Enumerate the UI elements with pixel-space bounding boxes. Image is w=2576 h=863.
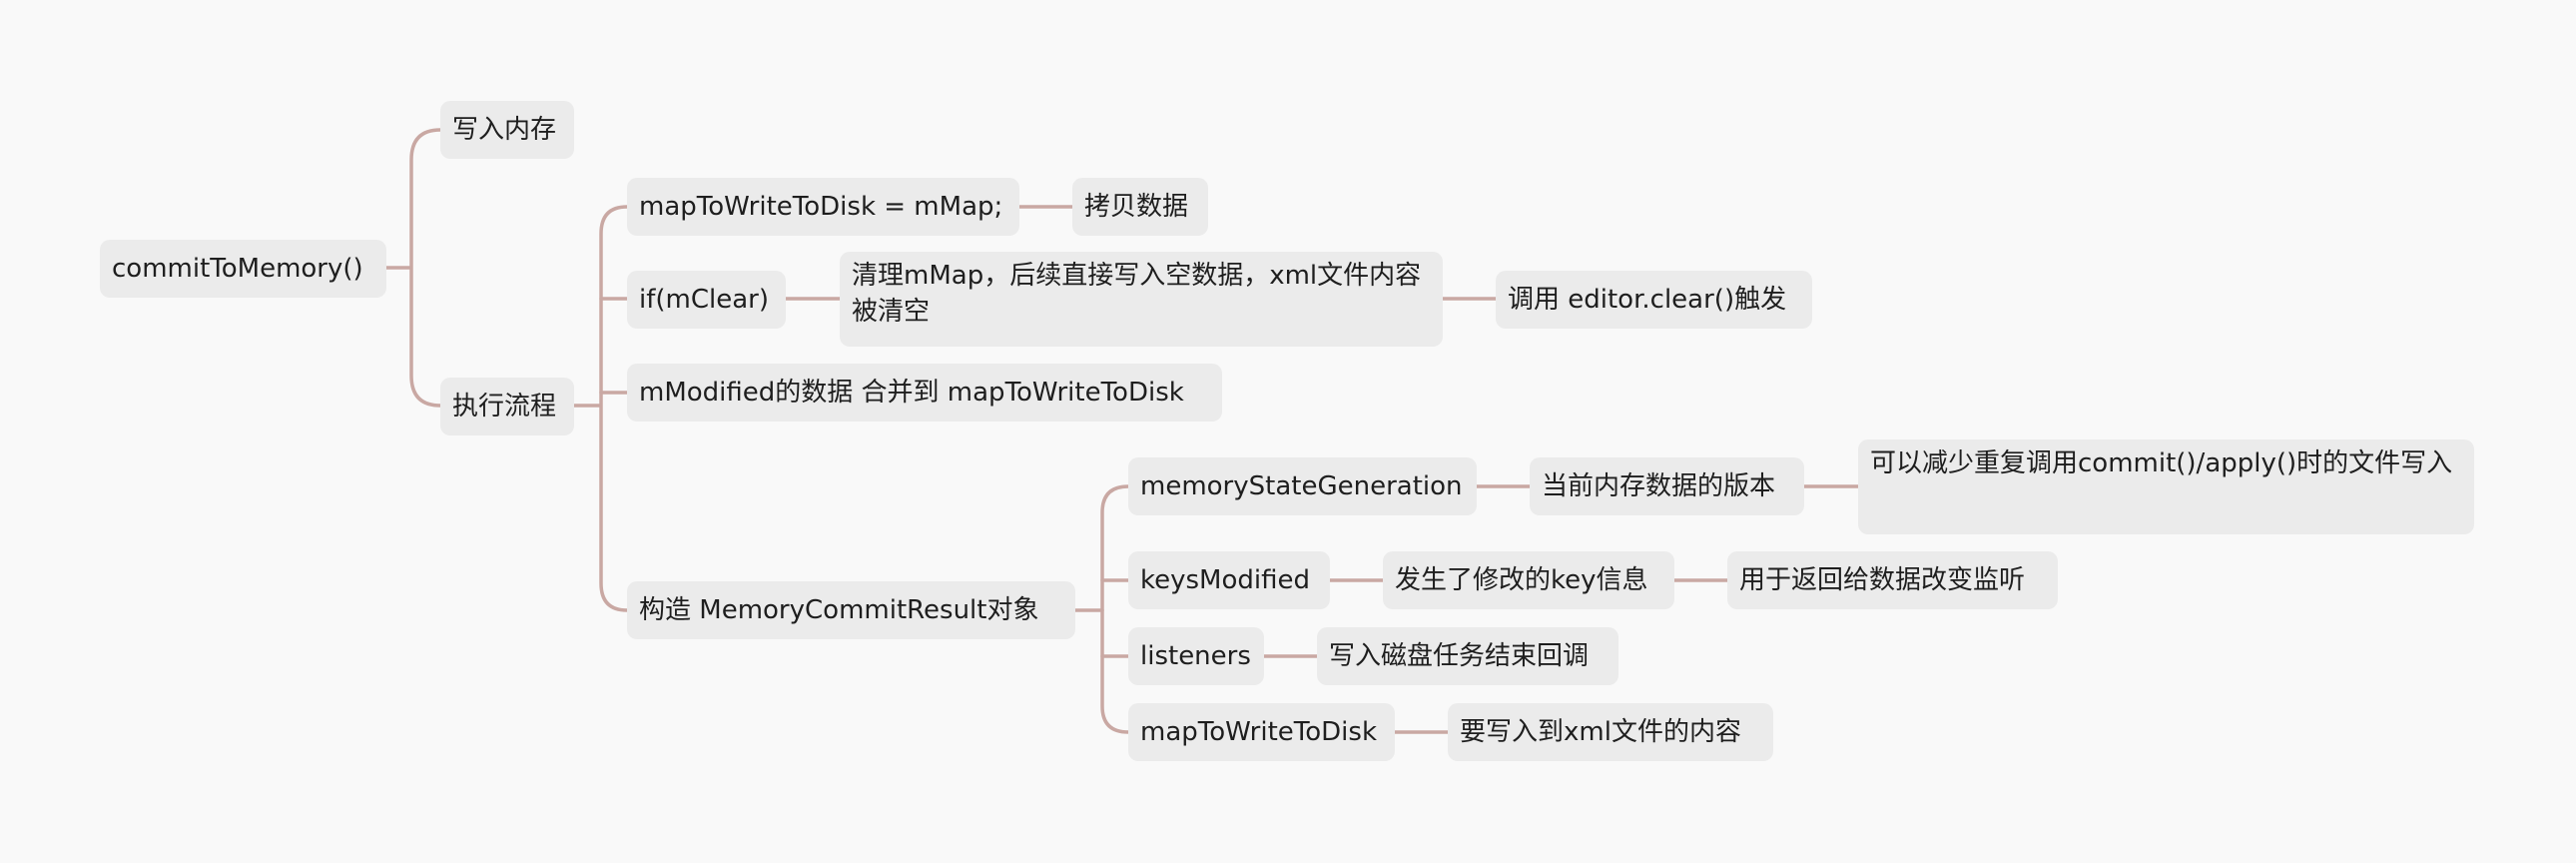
node-keys-desc[interactable]: 发生了修改的key信息 (1383, 551, 1674, 609)
node-copy-data[interactable]: 拷贝数据 (1072, 178, 1208, 236)
node-listeners-desc[interactable]: 写入磁盘任务结束回调 (1317, 627, 1618, 685)
connector-flow-branch (599, 205, 629, 612)
node-if-clear[interactable]: if(mClear) (627, 271, 786, 329)
root-node[interactable]: commitToMemory() (100, 240, 386, 298)
node-map-assign[interactable]: mapToWriteToDisk = mMap; (627, 178, 1019, 236)
node-clear-trigger[interactable]: 调用 editor.clear()触发 (1496, 271, 1812, 329)
node-listeners[interactable]: listeners (1128, 627, 1264, 685)
node-msg-note[interactable]: 可以减少重复调用commit()/apply()时的文件写入 (1858, 439, 2474, 534)
connector-construct-branch (1100, 484, 1130, 734)
node-keys-mod[interactable]: keysModified (1128, 551, 1330, 609)
node-clear-desc[interactable]: 清理mMap，后续直接写入空数据，xml文件内容被清空 (840, 252, 1443, 347)
node-construct[interactable]: 构造 MemoryCommitResult对象 (627, 581, 1075, 639)
node-msg-desc[interactable]: 当前内存数据的版本 (1530, 457, 1804, 515)
node-exec-flow[interactable]: 执行流程 (440, 378, 574, 435)
node-write-memory[interactable]: 写入内存 (440, 101, 574, 159)
node-keys-note[interactable]: 用于返回给数据改变监听 (1727, 551, 2058, 609)
node-map-disk[interactable]: mapToWriteToDisk (1128, 703, 1395, 761)
node-merge[interactable]: mModified的数据 合并到 mapToWriteToDisk (627, 364, 1222, 422)
node-map-disk-desc[interactable]: 要写入到xml文件的内容 (1448, 703, 1773, 761)
connector-root-branch (409, 128, 442, 408)
node-msg[interactable]: memoryStateGeneration (1128, 457, 1477, 515)
mindmap-canvas: commitToMemory() 写入内存 执行流程 mapToWriteToD… (0, 0, 2576, 863)
